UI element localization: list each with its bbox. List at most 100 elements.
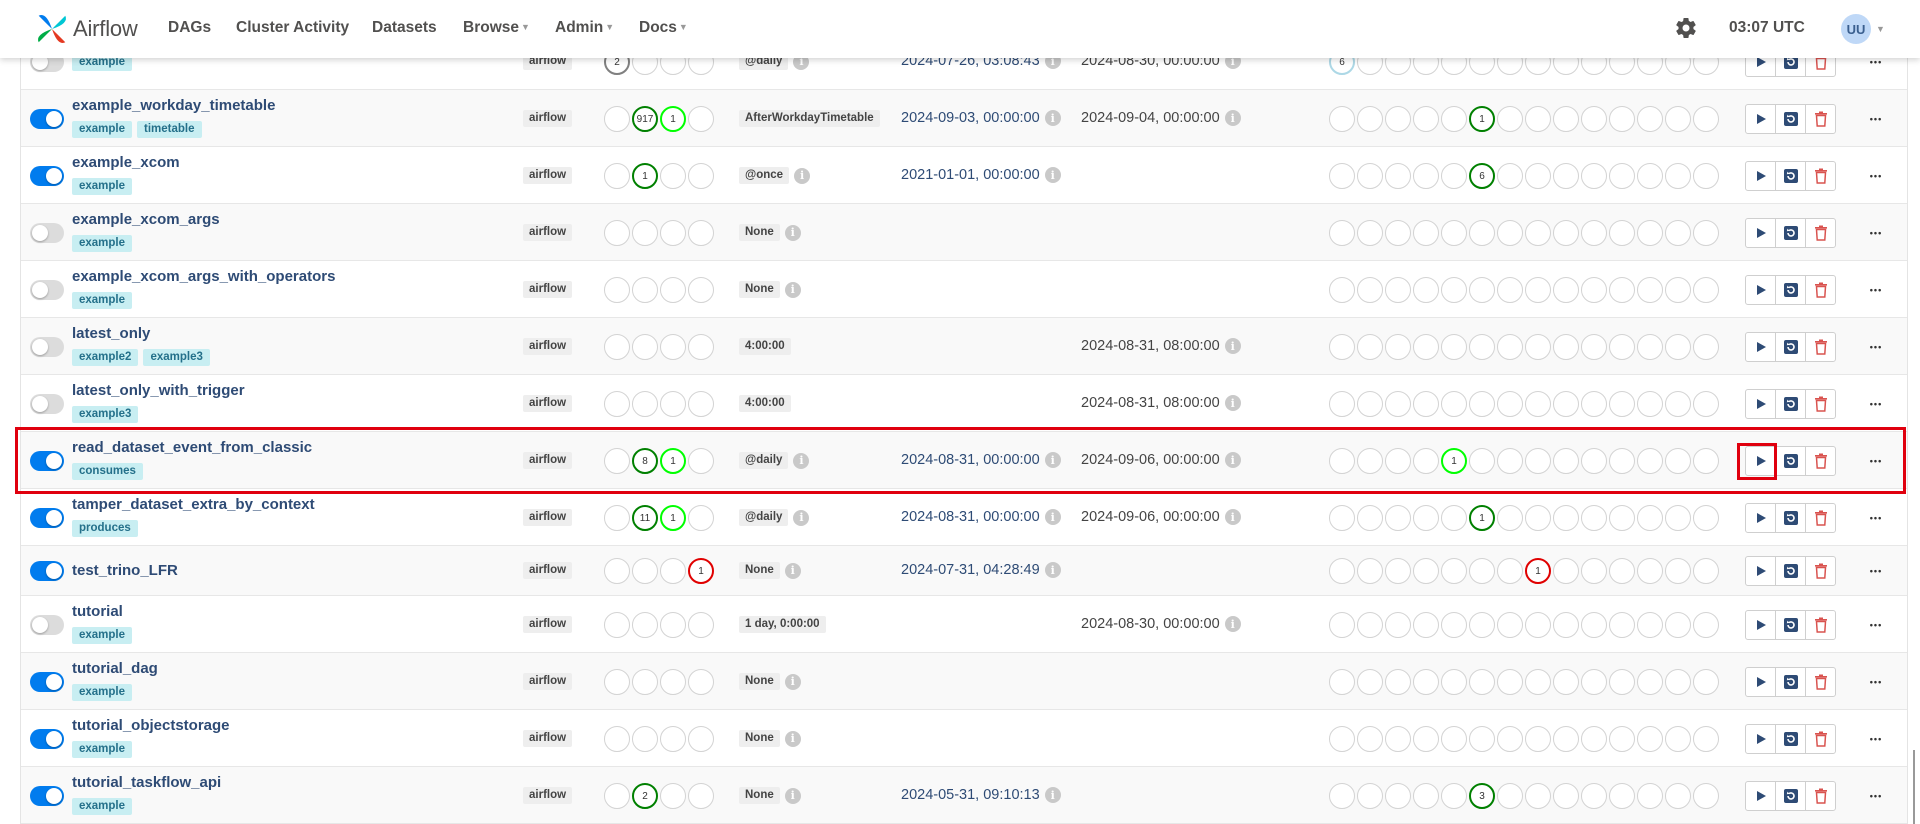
run-state-circle[interactable] xyxy=(1441,505,1467,531)
user-avatar[interactable]: UU xyxy=(1841,14,1871,44)
run-state-circle[interactable] xyxy=(1693,163,1719,189)
delete-dag-button[interactable] xyxy=(1805,446,1836,476)
task-state-circle[interactable] xyxy=(660,669,686,695)
run-state-circle[interactable] xyxy=(1637,220,1663,246)
info-icon[interactable]: i xyxy=(784,281,801,298)
run-state-circle[interactable] xyxy=(1385,277,1411,303)
run-state-circle[interactable] xyxy=(1525,334,1551,360)
schedule-badge[interactable]: None xyxy=(739,224,780,241)
airflow-logo[interactable]: Airflow xyxy=(33,7,138,51)
schedule-badge[interactable]: 4:00:00 xyxy=(739,338,791,355)
delete-dag-button[interactable] xyxy=(1805,610,1836,640)
task-state-circle[interactable] xyxy=(632,558,658,584)
dag-tag[interactable]: example xyxy=(72,741,133,758)
run-state-circle[interactable] xyxy=(1609,220,1635,246)
refresh-dag-button[interactable] xyxy=(1775,781,1806,811)
run-state-circle[interactable] xyxy=(1609,783,1635,809)
task-state-circle[interactable] xyxy=(632,669,658,695)
info-icon[interactable]: i xyxy=(784,730,801,747)
run-state-circle[interactable] xyxy=(1581,612,1607,638)
run-state-circle[interactable] xyxy=(1441,558,1467,584)
run-state-circle[interactable] xyxy=(1553,505,1579,531)
run-state-circle[interactable] xyxy=(1441,163,1467,189)
schedule-badge[interactable]: @once xyxy=(739,167,790,184)
run-state-circle[interactable] xyxy=(1497,220,1523,246)
task-state-circle[interactable] xyxy=(604,726,630,752)
task-state-circle[interactable] xyxy=(660,334,686,360)
owner-badge[interactable]: airflow xyxy=(523,616,573,633)
run-state-circle[interactable] xyxy=(1581,277,1607,303)
schedule-badge[interactable]: None xyxy=(739,730,780,747)
dag-tag[interactable]: example3 xyxy=(72,406,139,423)
trigger-dag-button[interactable] xyxy=(1745,667,1776,697)
nav-docs[interactable]: Docs ▼ xyxy=(639,19,688,37)
dag-tag[interactable]: example xyxy=(72,178,133,195)
run-state-circle[interactable] xyxy=(1329,220,1355,246)
pause-toggle[interactable] xyxy=(30,729,64,749)
owner-badge[interactable]: airflow xyxy=(523,673,573,690)
run-state-circle[interactable] xyxy=(1693,334,1719,360)
run-state-circle[interactable] xyxy=(1441,391,1467,417)
run-state-circle[interactable]: 1 xyxy=(1525,558,1551,584)
run-state-circle[interactable] xyxy=(1497,163,1523,189)
run-state-circle[interactable] xyxy=(1525,106,1551,132)
task-state-circle[interactable]: 1 xyxy=(660,505,686,531)
run-state-circle[interactable] xyxy=(1609,391,1635,417)
last-run-link[interactable]: 2024-09-03, 00:00:00 xyxy=(901,110,1040,126)
task-state-circle[interactable] xyxy=(688,448,714,474)
run-state-circle[interactable] xyxy=(1665,334,1691,360)
run-state-circle[interactable] xyxy=(1693,277,1719,303)
delete-dag-button[interactable] xyxy=(1805,556,1836,586)
run-state-circle[interactable] xyxy=(1525,220,1551,246)
delete-dag-button[interactable] xyxy=(1805,332,1836,362)
info-icon[interactable]: i xyxy=(793,452,810,469)
run-state-circle[interactable] xyxy=(1413,726,1439,752)
schedule-badge[interactable]: @daily xyxy=(739,509,789,526)
run-state-circle[interactable] xyxy=(1329,558,1355,584)
task-state-circle[interactable] xyxy=(632,391,658,417)
run-state-circle[interactable] xyxy=(1469,558,1495,584)
task-state-circle[interactable]: 11 xyxy=(632,505,658,531)
run-state-circle[interactable] xyxy=(1413,448,1439,474)
run-state-circle[interactable] xyxy=(1497,277,1523,303)
pause-toggle[interactable] xyxy=(30,280,64,300)
run-state-circle[interactable] xyxy=(1637,106,1663,132)
run-state-circle[interactable] xyxy=(1385,334,1411,360)
scrollbar[interactable] xyxy=(1913,750,1915,824)
run-state-circle[interactable] xyxy=(1357,334,1383,360)
trigger-dag-button[interactable] xyxy=(1745,556,1776,586)
run-state-circle[interactable] xyxy=(1525,163,1551,189)
trigger-dag-button[interactable] xyxy=(1745,161,1776,191)
schedule-badge[interactable]: 4:00:00 xyxy=(739,395,791,412)
run-state-circle[interactable] xyxy=(1553,612,1579,638)
run-state-circle[interactable] xyxy=(1469,669,1495,695)
pause-toggle[interactable] xyxy=(30,672,64,692)
pause-toggle[interactable] xyxy=(30,451,64,471)
run-state-circle[interactable] xyxy=(1329,669,1355,695)
last-run-link[interactable]: 2024-08-31, 00:00:00 xyxy=(901,452,1040,468)
run-state-circle[interactable] xyxy=(1693,391,1719,417)
pause-toggle[interactable] xyxy=(30,786,64,806)
run-state-circle[interactable] xyxy=(1693,106,1719,132)
more-icon[interactable]: ••• xyxy=(1866,509,1886,527)
run-state-circle[interactable] xyxy=(1525,726,1551,752)
task-state-circle[interactable] xyxy=(660,391,686,417)
refresh-dag-button[interactable] xyxy=(1775,610,1806,640)
run-state-circle[interactable] xyxy=(1693,505,1719,531)
task-state-circle[interactable] xyxy=(632,612,658,638)
info-icon[interactable]: i xyxy=(784,787,801,804)
run-state-circle[interactable] xyxy=(1497,558,1523,584)
run-state-circle[interactable] xyxy=(1609,448,1635,474)
more-icon[interactable]: ••• xyxy=(1866,730,1886,748)
schedule-badge[interactable]: None xyxy=(739,787,780,804)
run-state-circle[interactable] xyxy=(1413,334,1439,360)
run-state-circle[interactable] xyxy=(1413,783,1439,809)
last-run-link[interactable]: 2024-08-31, 00:00:00 xyxy=(901,509,1040,525)
run-state-circle[interactable] xyxy=(1581,163,1607,189)
dag-tag[interactable]: example xyxy=(72,292,133,309)
task-state-circle[interactable] xyxy=(604,505,630,531)
owner-badge[interactable]: airflow xyxy=(523,110,573,127)
refresh-dag-button[interactable] xyxy=(1775,556,1806,586)
run-state-circle[interactable] xyxy=(1693,669,1719,695)
refresh-dag-button[interactable] xyxy=(1775,161,1806,191)
